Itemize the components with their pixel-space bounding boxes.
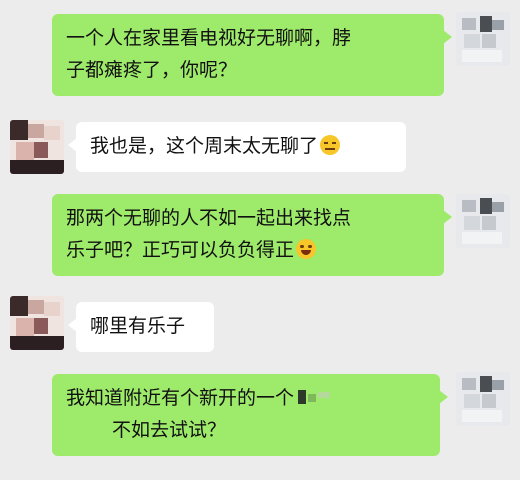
message-bubble-outgoing[interactable]: 一个人在家里看电视好无聊啊，脖 子都瘫疼了，你呢？ xyxy=(52,14,452,96)
message-text-line: 不如去试试？ xyxy=(112,419,227,441)
bubble-tail xyxy=(443,30,452,44)
bubble-tail xyxy=(443,210,452,224)
bubble-tail xyxy=(439,390,448,404)
avatar-self[interactable] xyxy=(456,12,510,66)
message-text: 哪里有乐子 xyxy=(90,315,186,337)
message-text: 乐子吧？正巧可以负负得正 xyxy=(66,239,295,261)
message-text: 我知道附近有个新开的一个 xyxy=(66,387,295,409)
message-bubble-outgoing[interactable]: 我知道附近有个新开的一个 不如去试试？ xyxy=(52,374,448,456)
avatar-self[interactable] xyxy=(456,372,510,426)
message-bubble-outgoing[interactable]: 那两个无聊的人不如一起出来找点 乐子吧？正巧可以负负得正 xyxy=(52,194,452,276)
bubble-tail xyxy=(68,318,77,332)
avatar-self[interactable] xyxy=(456,194,510,248)
message-text-line: 一个人在家里看电视好无聊啊，脖 xyxy=(66,27,352,49)
neutral-face-icon xyxy=(320,135,341,155)
bubble-tail xyxy=(68,138,77,152)
chat-conversation: 一个人在家里看电视好无聊啊，脖 子都瘫疼了，你呢？ 我也是，这个周末太无聊了 那… xyxy=(0,0,520,480)
avatar-contact[interactable] xyxy=(10,120,64,174)
message-text-line: 那两个无聊的人不如一起出来找点 xyxy=(66,207,352,229)
redacted-text-blur xyxy=(294,388,334,406)
message-bubble-incoming[interactable]: 我也是，这个周末太无聊了 xyxy=(68,122,406,172)
message-text-line: 子都瘫疼了，你呢？ xyxy=(66,59,238,81)
message-text: 我也是，这个周末太无聊了 xyxy=(90,135,319,157)
message-bubble-incoming[interactable]: 哪里有乐子 xyxy=(68,302,214,352)
avatar-contact[interactable] xyxy=(10,296,64,350)
laughing-face-icon xyxy=(296,239,317,259)
